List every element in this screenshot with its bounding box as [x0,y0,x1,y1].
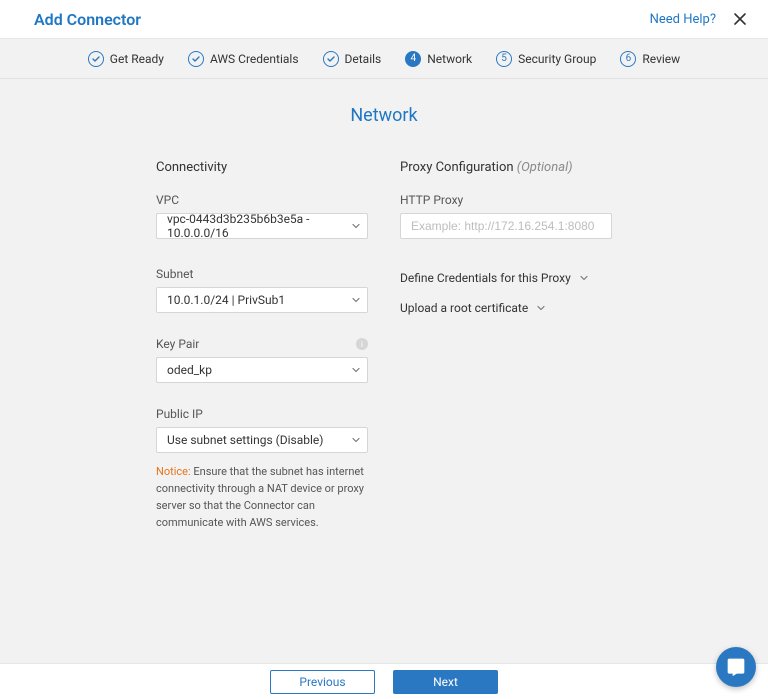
notice-label: Notice: [156,465,191,478]
main-content: Network Connectivity VPC vpc-0443d3b235b… [0,79,768,531]
vpc-value: vpc-0443d3b235b6b3e5a - 10.0.0.0/16 [167,212,345,240]
chevron-down-icon [536,303,546,313]
step-label: Details [345,52,382,66]
step-review[interactable]: 6 Review [620,51,680,67]
step-label: Review [642,52,680,66]
step-number-icon: 6 [620,51,636,67]
notice-text: Notice: Ensure that the subnet has inter… [156,463,368,531]
upload-root-cert-toggle[interactable]: Upload a root certificate [400,301,612,315]
chat-icon [726,657,746,677]
optional-label: (Optional) [517,160,573,175]
step-security-group[interactable]: 5 Security Group [496,51,596,67]
step-label: AWS Credentials [210,52,299,66]
chevron-down-icon [351,221,361,231]
http-proxy-label: HTTP Proxy [400,193,612,207]
vpc-select[interactable]: vpc-0443d3b235b6b3e5a - 10.0.0.0/16 [156,213,368,239]
subnet-select[interactable]: 10.0.1.0/24 | PrivSub1 [156,287,368,313]
http-proxy-input[interactable] [400,213,612,239]
keypair-value: oded_kp [167,363,212,377]
chevron-down-icon [579,273,589,283]
page-title: Add Connector [34,10,141,29]
chat-launcher-button[interactable] [716,647,756,687]
next-button[interactable]: Next [393,670,498,694]
help-link[interactable]: Need Help? [650,12,716,27]
step-details[interactable]: Details [323,51,382,67]
subnet-value: 10.0.1.0/24 | PrivSub1 [167,293,285,307]
header: Add Connector Need Help? [0,0,768,39]
step-number-icon: 5 [496,51,512,67]
expando-label: Upload a root certificate [400,301,528,315]
wizard-footer: Previous Next [0,663,768,699]
connectivity-heading: Connectivity [156,160,368,175]
publicip-value: Use subnet settings (Disable) [167,433,323,447]
proxy-heading: Proxy Configuration (Optional) [400,160,612,175]
connectivity-column: Connectivity VPC vpc-0443d3b235b6b3e5a -… [156,160,368,531]
publicip-select[interactable]: Use subnet settings (Disable) [156,427,368,453]
vpc-label: VPC [156,193,368,207]
step-label: Network [427,52,472,66]
chevron-down-icon [351,295,361,305]
keypair-label: Key Pair i [156,337,368,351]
expando-label: Define Credentials for this Proxy [400,271,571,285]
step-label: Get Ready [110,52,164,66]
step-get-ready[interactable]: Get Ready [88,51,164,67]
wizard-stepper: Get Ready AWS Credentials Details 4 Netw… [0,39,768,79]
close-icon[interactable] [732,11,748,27]
previous-button[interactable]: Previous [270,670,375,694]
chevron-down-icon [351,365,361,375]
publicip-label: Public IP [156,407,368,421]
info-icon[interactable]: i [356,338,368,350]
section-title: Network [0,105,768,126]
step-aws-credentials[interactable]: AWS Credentials [188,51,299,67]
define-credentials-toggle[interactable]: Define Credentials for this Proxy [400,271,612,285]
step-number-icon: 4 [405,51,421,67]
proxy-column: Proxy Configuration (Optional) HTTP Prox… [400,160,612,531]
keypair-select[interactable]: oded_kp [156,357,368,383]
step-network[interactable]: 4 Network [405,51,472,67]
subnet-label: Subnet [156,267,368,281]
chevron-down-icon [351,435,361,445]
step-label: Security Group [518,52,596,66]
